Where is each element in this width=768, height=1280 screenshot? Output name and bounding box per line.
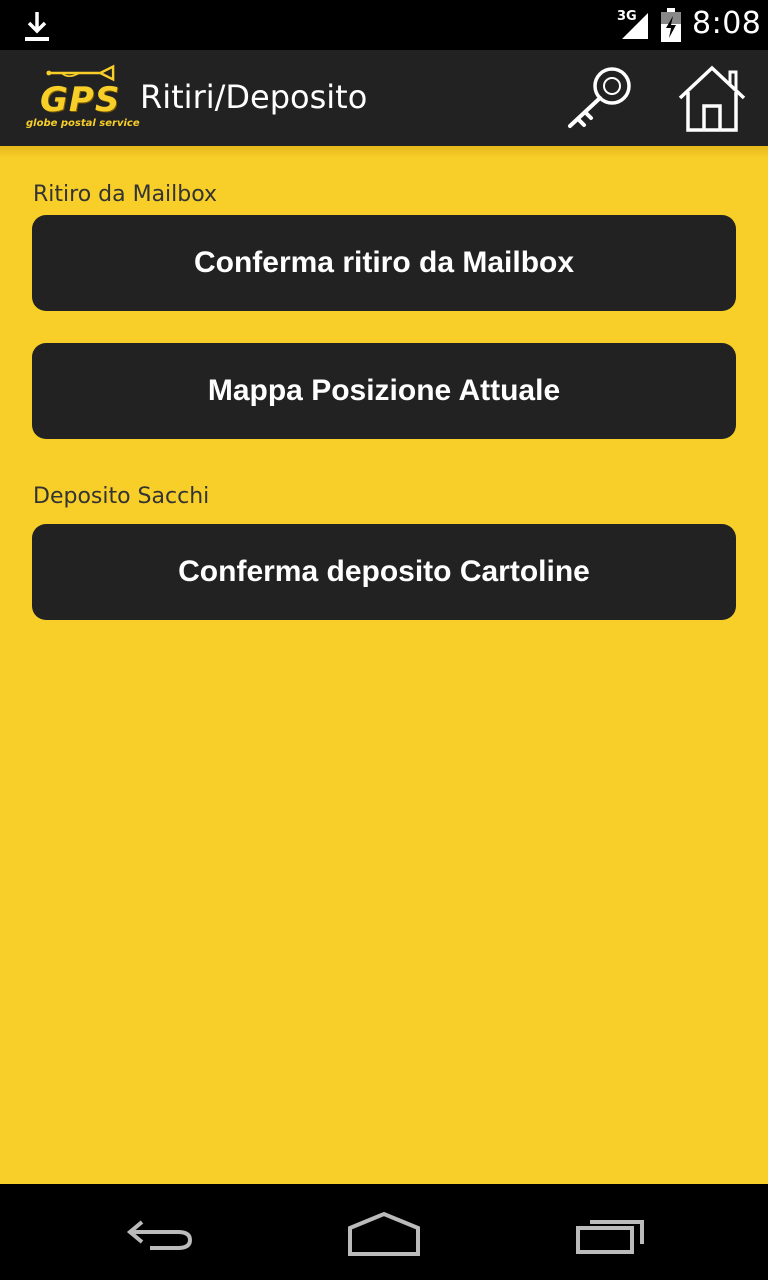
section-label-mailbox: Ritiro da Mailbox xyxy=(33,182,218,207)
battery-icon xyxy=(661,8,681,42)
section-label-deposit: Deposito Sacchi xyxy=(33,484,210,509)
key-icon[interactable] xyxy=(560,62,640,134)
gps-logo[interactable]: GPS globe postal service xyxy=(22,64,140,130)
status-bar: 3G 8:08 xyxy=(0,0,768,50)
logo-text: GPS xyxy=(40,80,121,120)
recent-apps-icon[interactable] xyxy=(570,1206,650,1258)
action-bar: GPS globe postal service Ritiri/Deposito xyxy=(0,50,768,146)
page-title: Ritiri/Deposito xyxy=(140,78,368,116)
home-icon[interactable] xyxy=(672,62,752,134)
download-icon xyxy=(25,12,49,41)
confirm-mailbox-pickup-button[interactable]: Conferma ritiro da Mailbox xyxy=(32,215,736,311)
confirm-postcard-deposit-button[interactable]: Conferma deposito Cartoline xyxy=(32,524,736,620)
home-nav-icon[interactable] xyxy=(344,1206,424,1258)
current-position-map-button[interactable]: Mappa Posizione Attuale xyxy=(32,343,736,439)
action-bar-shadow xyxy=(0,146,768,158)
clock: 8:08 xyxy=(692,6,762,41)
logo-subtitle: globe postal service xyxy=(26,118,140,129)
signal-icon xyxy=(622,13,648,39)
back-icon[interactable] xyxy=(120,1206,200,1258)
navigation-bar xyxy=(0,1184,768,1280)
